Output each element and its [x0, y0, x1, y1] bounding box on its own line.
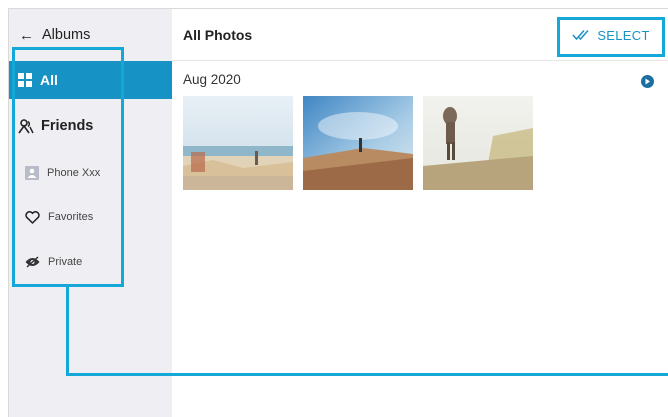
phone-album-icon [25, 166, 39, 180]
photo-thumbnail[interactable] [183, 96, 293, 190]
sidebar-item-label: Phone Xxx [47, 167, 101, 179]
sidebar-item-label: Friends [41, 118, 94, 134]
sidebar-item-private[interactable]: Private [9, 248, 172, 276]
sidebar: ← Albums All Friends Phone Xxx Favorites… [9, 9, 172, 417]
heart-icon [25, 210, 40, 224]
sidebar-item-label: Favorites [48, 211, 94, 223]
date-group-label: Aug 2020 [183, 72, 241, 87]
play-icon[interactable] [641, 75, 654, 88]
back-label: Albums [42, 27, 91, 43]
grid-icon [18, 73, 32, 87]
sidebar-item-all[interactable]: All [9, 61, 172, 99]
photo-thumbnail[interactable] [423, 96, 533, 190]
double-check-icon [572, 29, 592, 41]
sidebar-item-friends[interactable]: Friends [9, 109, 172, 143]
eye-slash-icon [25, 256, 40, 268]
sidebar-item-label: Private [48, 256, 83, 268]
sidebar-item-favorites[interactable]: Favorites [9, 203, 172, 231]
sidebar-item-phone-xxx[interactable]: Phone Xxx [9, 159, 172, 187]
page-title: All Photos [183, 27, 253, 43]
photo-thumbnail[interactable] [303, 96, 413, 190]
back-arrow-icon: ← [19, 26, 34, 44]
back-to-albums[interactable]: ← Albums [9, 9, 172, 61]
main-header: All Photos SELECT [172, 9, 668, 61]
select-button[interactable]: SELECT [560, 19, 662, 51]
people-icon [18, 118, 34, 134]
select-label: SELECT [597, 27, 650, 43]
sidebar-item-label: All [40, 72, 58, 88]
